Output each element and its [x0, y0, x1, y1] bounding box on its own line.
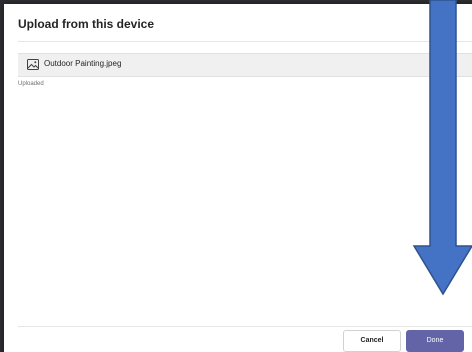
file-list-item[interactable]: Outdoor Painting.jpeg — [18, 53, 472, 77]
upload-dialog: Upload from this device Outdoor Painting… — [4, 4, 472, 352]
upload-status: Uploaded — [18, 81, 44, 87]
done-button[interactable]: Done — [406, 330, 464, 352]
title-divider — [18, 41, 472, 42]
cancel-button[interactable]: Cancel — [343, 330, 401, 352]
screen: Upload from this device Outdoor Painting… — [0, 0, 472, 352]
dialog-title: Upload from this device — [18, 17, 155, 31]
footer-divider — [18, 326, 472, 327]
image-file-icon — [27, 59, 39, 70]
file-name: Outdoor Painting.jpeg — [44, 59, 122, 68]
